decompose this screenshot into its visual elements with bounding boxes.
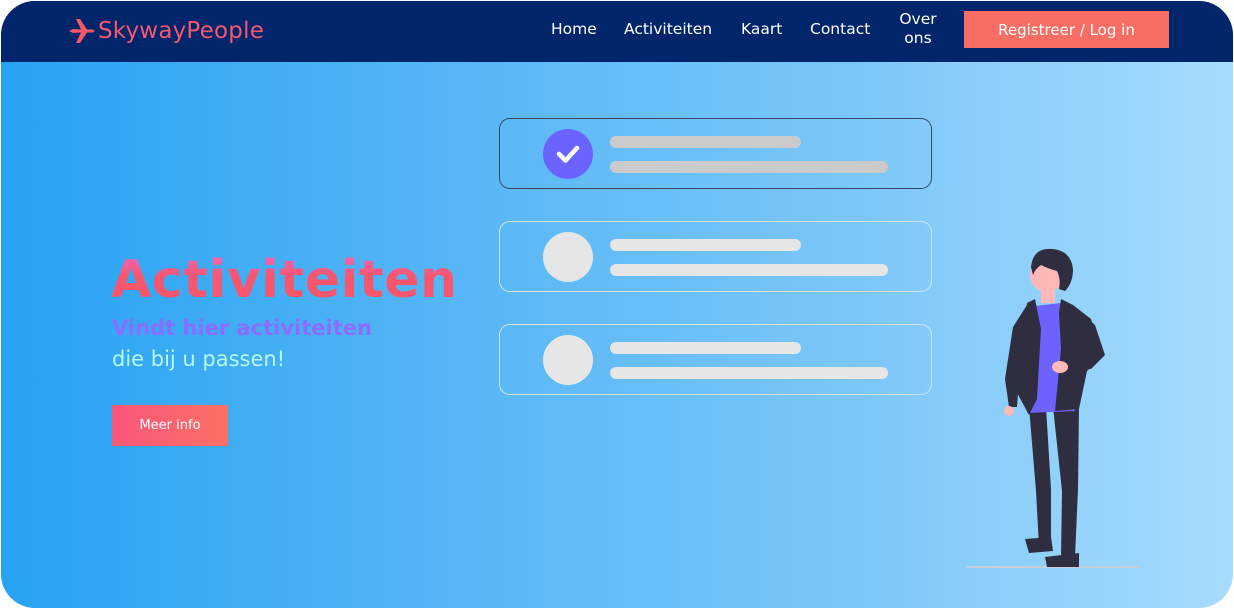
checklist-card [499, 324, 932, 395]
hero-subtitle-line2: die bij u passen! [112, 347, 286, 371]
placeholder-line-long [610, 264, 888, 276]
empty-circle [543, 232, 593, 282]
hero-title: Activiteiten [111, 247, 458, 313]
nav-link-home[interactable]: Home [551, 20, 597, 38]
page-frame: SkywayPeople Home Activiteiten Kaart Con… [1, 1, 1233, 608]
placeholder-line-short [610, 239, 801, 251]
standing-person-illustration [967, 248, 1139, 568]
brand-logo[interactable]: SkywayPeople [67, 14, 264, 48]
checklist-card [499, 221, 932, 292]
placeholder-line-long [610, 161, 888, 173]
placeholder-line-long [610, 367, 888, 379]
empty-circle [543, 335, 593, 385]
hero-subtitle-line1: Vindt hier activiteiten [112, 316, 372, 340]
nav-link-contact[interactable]: Contact [810, 20, 870, 38]
check-circle [543, 129, 593, 179]
airplane-icon [69, 19, 95, 43]
register-login-button[interactable]: Registreer / Log in [964, 11, 1169, 48]
meer-info-button[interactable]: Meer info [112, 405, 228, 446]
placeholder-line-short [610, 136, 801, 148]
nav-link-activiteiten[interactable]: Activiteiten [624, 20, 712, 38]
nav-link-kaart[interactable]: Kaart [741, 20, 782, 38]
navbar: SkywayPeople Home Activiteiten Kaart Con… [1, 1, 1233, 62]
nav-link-over-ons[interactable]: Over ons [897, 10, 939, 48]
placeholder-line-short [610, 342, 801, 354]
checklist-card-checked [499, 118, 932, 189]
brand-name: SkywayPeople [98, 18, 265, 44]
checkmark-icon [556, 145, 580, 163]
